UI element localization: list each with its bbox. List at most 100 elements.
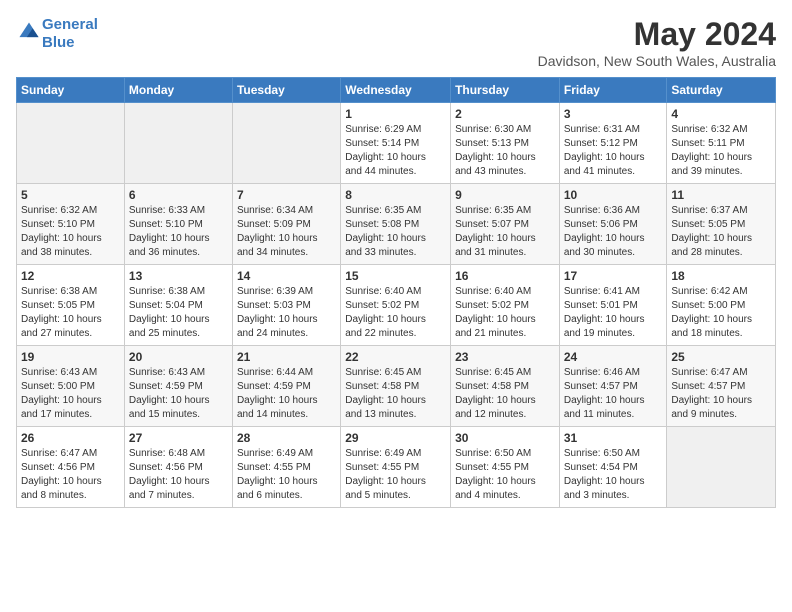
calendar-cell: 27Sunrise: 6:48 AM Sunset: 4:56 PM Dayli…: [124, 427, 232, 508]
calendar-cell: 29 Sunrise: 6:49 AM Sunset: 4:55 PM Dayli…: [341, 427, 451, 508]
calendar-cell: 15Sunrise: 6:40 AM Sunset: 5:02 PM Dayli…: [341, 265, 451, 346]
title-block: May 2024 Davidson, New South Wales, Aust…: [538, 16, 776, 69]
day-info: Sunrise: 6:37 AM Sunset: 5:05 PM Dayligh…: [671, 204, 771, 260]
day-number: 10: [564, 188, 663, 202]
day-number: 3: [564, 107, 663, 121]
day-number: 31: [564, 431, 663, 445]
calendar-cell: 31Sunrise: 6:50 AM Sunset: 4:54 PM Dayli…: [559, 427, 667, 508]
day-info: Sunrise: 6:45 AM Sunset: 4:58 PM Dayligh…: [455, 366, 555, 422]
day-info: Sunrise: 6:47 AM Sunset: 4:57 PM Dayligh…: [671, 366, 771, 422]
calendar-cell: [232, 103, 340, 184]
calendar-cell: 5 Sunrise: 6:32 AM Sunset: 5:10 PM Daylig…: [17, 184, 125, 265]
calendar-cell: 20Sunrise: 6:43 AM Sunset: 4:59 PM Dayli…: [124, 346, 232, 427]
day-number: 13: [129, 269, 228, 283]
calendar-cell: 22 Sunrise: 6:45 AM Sunset: 4:58 PM Dayli…: [341, 346, 451, 427]
day-info: Sunrise: 6:38 AM Sunset: 5:04 PM Dayligh…: [129, 285, 228, 341]
day-number: 23: [455, 350, 555, 364]
calendar-cell: 19 Sunrise: 6:43 AM Sunset: 5:00 PM Dayli…: [17, 346, 125, 427]
day-info: Sunrise: 6:32 AM Sunset: 5:10 PM Dayligh…: [21, 204, 120, 260]
day-number: 1: [345, 107, 446, 121]
day-number: 27: [129, 431, 228, 445]
day-info: Sunrise: 6:42 AM Sunset: 5:00 PM Dayligh…: [671, 285, 771, 341]
month-title: May 2024: [538, 16, 776, 53]
calendar-table: SundayMondayTuesdayWednesdayThursdayFrid…: [16, 77, 776, 508]
day-header: Thursday: [451, 78, 560, 103]
day-number: 7: [237, 188, 336, 202]
day-number: 5: [21, 188, 120, 202]
calendar-week-row: 26 Sunrise: 6:47 AM Sunset: 4:56 PM Dayli…: [17, 427, 776, 508]
calendar-cell: 28Sunrise: 6:49 AM Sunset: 4:55 PM Dayli…: [232, 427, 340, 508]
day-number: 26: [21, 431, 120, 445]
day-info: Sunrise: 6:49 AM Sunset: 4:55 PM Dayligh…: [345, 447, 446, 503]
day-number: 21: [237, 350, 336, 364]
day-number: 18: [671, 269, 771, 283]
day-number: 24: [564, 350, 663, 364]
day-number: 20: [129, 350, 228, 364]
logo-line2: Blue: [42, 34, 75, 51]
day-info: Sunrise: 6:39 AM Sunset: 5:03 PM Dayligh…: [237, 285, 336, 341]
calendar-cell: 3 Sunrise: 6:31 AM Sunset: 5:12 PM Daylig…: [559, 103, 667, 184]
calendar-cell: 14 Sunrise: 6:39 AM Sunset: 5:03 PM Dayli…: [232, 265, 340, 346]
day-info: Sunrise: 6:47 AM Sunset: 4:56 PM Dayligh…: [21, 447, 120, 503]
day-header: Wednesday: [341, 78, 451, 103]
day-info: Sunrise: 6:35 AM Sunset: 5:08 PM Dayligh…: [345, 204, 446, 260]
day-number: 17: [564, 269, 663, 283]
calendar-cell: 30Sunrise: 6:50 AM Sunset: 4:55 PM Dayli…: [451, 427, 560, 508]
calendar-cell: 6 Sunrise: 6:33 AM Sunset: 5:10 PM Daylig…: [124, 184, 232, 265]
day-info: Sunrise: 6:50 AM Sunset: 4:55 PM Dayligh…: [455, 447, 555, 503]
calendar-cell: [17, 103, 125, 184]
day-number: 4: [671, 107, 771, 121]
day-info: Sunrise: 6:45 AM Sunset: 4:58 PM Dayligh…: [345, 366, 446, 422]
location-title: Davidson, New South Wales, Australia: [538, 53, 776, 69]
calendar-week-row: 12Sunrise: 6:38 AM Sunset: 5:05 PM Dayli…: [17, 265, 776, 346]
calendar-cell: 7Sunrise: 6:34 AM Sunset: 5:09 PM Daylig…: [232, 184, 340, 265]
calendar-cell: 12Sunrise: 6:38 AM Sunset: 5:05 PM Dayli…: [17, 265, 125, 346]
calendar-cell: 16 Sunrise: 6:40 AM Sunset: 5:02 PM Dayli…: [451, 265, 560, 346]
day-info: Sunrise: 6:32 AM Sunset: 5:11 PM Dayligh…: [671, 123, 771, 179]
day-header: Sunday: [17, 78, 125, 103]
calendar-cell: 24Sunrise: 6:46 AM Sunset: 4:57 PM Dayli…: [559, 346, 667, 427]
calendar-cell: 9 Sunrise: 6:35 AM Sunset: 5:07 PM Daylig…: [451, 184, 560, 265]
day-number: 15: [345, 269, 446, 283]
day-number: 22: [345, 350, 446, 364]
day-number: 29: [345, 431, 446, 445]
calendar-cell: 23 Sunrise: 6:45 AM Sunset: 4:58 PM Dayli…: [451, 346, 560, 427]
calendar-week-row: 19 Sunrise: 6:43 AM Sunset: 5:00 PM Dayli…: [17, 346, 776, 427]
logo-line1: General: [42, 16, 98, 33]
calendar-cell: 25Sunrise: 6:47 AM Sunset: 4:57 PM Dayli…: [667, 346, 776, 427]
day-header: Tuesday: [232, 78, 340, 103]
calendar-week-row: 1 Sunrise: 6:29 AM Sunset: 5:14 PM Daylig…: [17, 103, 776, 184]
calendar-cell: 13 Sunrise: 6:38 AM Sunset: 5:04 PM Dayli…: [124, 265, 232, 346]
calendar-cell: 4 Sunrise: 6:32 AM Sunset: 5:11 PM Daylig…: [667, 103, 776, 184]
day-info: Sunrise: 6:30 AM Sunset: 5:13 PM Dayligh…: [455, 123, 555, 179]
day-number: 8: [345, 188, 446, 202]
day-info: Sunrise: 6:44 AM Sunset: 4:59 PM Dayligh…: [237, 366, 336, 422]
day-number: 28: [237, 431, 336, 445]
day-header: Saturday: [667, 78, 776, 103]
day-number: 6: [129, 188, 228, 202]
day-number: 2: [455, 107, 555, 121]
calendar-cell: 2 Sunrise: 6:30 AM Sunset: 5:13 PM Daylig…: [451, 103, 560, 184]
page-header: General Blue May 2024 Davidson, New Sout…: [16, 16, 776, 69]
day-number: 11: [671, 188, 771, 202]
day-info: Sunrise: 6:29 AM Sunset: 5:14 PM Dayligh…: [345, 123, 446, 179]
day-number: 16: [455, 269, 555, 283]
day-info: Sunrise: 6:43 AM Sunset: 5:00 PM Dayligh…: [21, 366, 120, 422]
day-number: 14: [237, 269, 336, 283]
calendar-cell: 18 Sunrise: 6:42 AM Sunset: 5:00 PM Dayli…: [667, 265, 776, 346]
header-row: SundayMondayTuesdayWednesdayThursdayFrid…: [17, 78, 776, 103]
calendar-cell: 10 Sunrise: 6:36 AM Sunset: 5:06 PM Dayli…: [559, 184, 667, 265]
day-info: Sunrise: 6:40 AM Sunset: 5:02 PM Dayligh…: [455, 285, 555, 341]
day-info: Sunrise: 6:31 AM Sunset: 5:12 PM Dayligh…: [564, 123, 663, 179]
day-info: Sunrise: 6:33 AM Sunset: 5:10 PM Dayligh…: [129, 204, 228, 260]
day-info: Sunrise: 6:35 AM Sunset: 5:07 PM Dayligh…: [455, 204, 555, 260]
calendar-cell: 8 Sunrise: 6:35 AM Sunset: 5:08 PM Daylig…: [341, 184, 451, 265]
day-number: 19: [21, 350, 120, 364]
calendar-cell: 26 Sunrise: 6:47 AM Sunset: 4:56 PM Dayli…: [17, 427, 125, 508]
day-info: Sunrise: 6:36 AM Sunset: 5:06 PM Dayligh…: [564, 204, 663, 260]
calendar-cell: 11 Sunrise: 6:37 AM Sunset: 5:05 PM Dayli…: [667, 184, 776, 265]
day-header: Friday: [559, 78, 667, 103]
day-number: 9: [455, 188, 555, 202]
calendar-cell: 1 Sunrise: 6:29 AM Sunset: 5:14 PM Daylig…: [341, 103, 451, 184]
calendar-cell: 17Sunrise: 6:41 AM Sunset: 5:01 PM Dayli…: [559, 265, 667, 346]
